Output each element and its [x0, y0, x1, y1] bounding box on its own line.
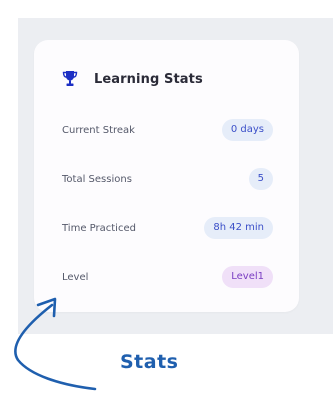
annotation-caption: Stats — [120, 351, 179, 373]
canvas: Learning Stats Current Streak 0 days Tot… — [0, 0, 333, 405]
curved-arrow-icon — [14, 297, 97, 391]
